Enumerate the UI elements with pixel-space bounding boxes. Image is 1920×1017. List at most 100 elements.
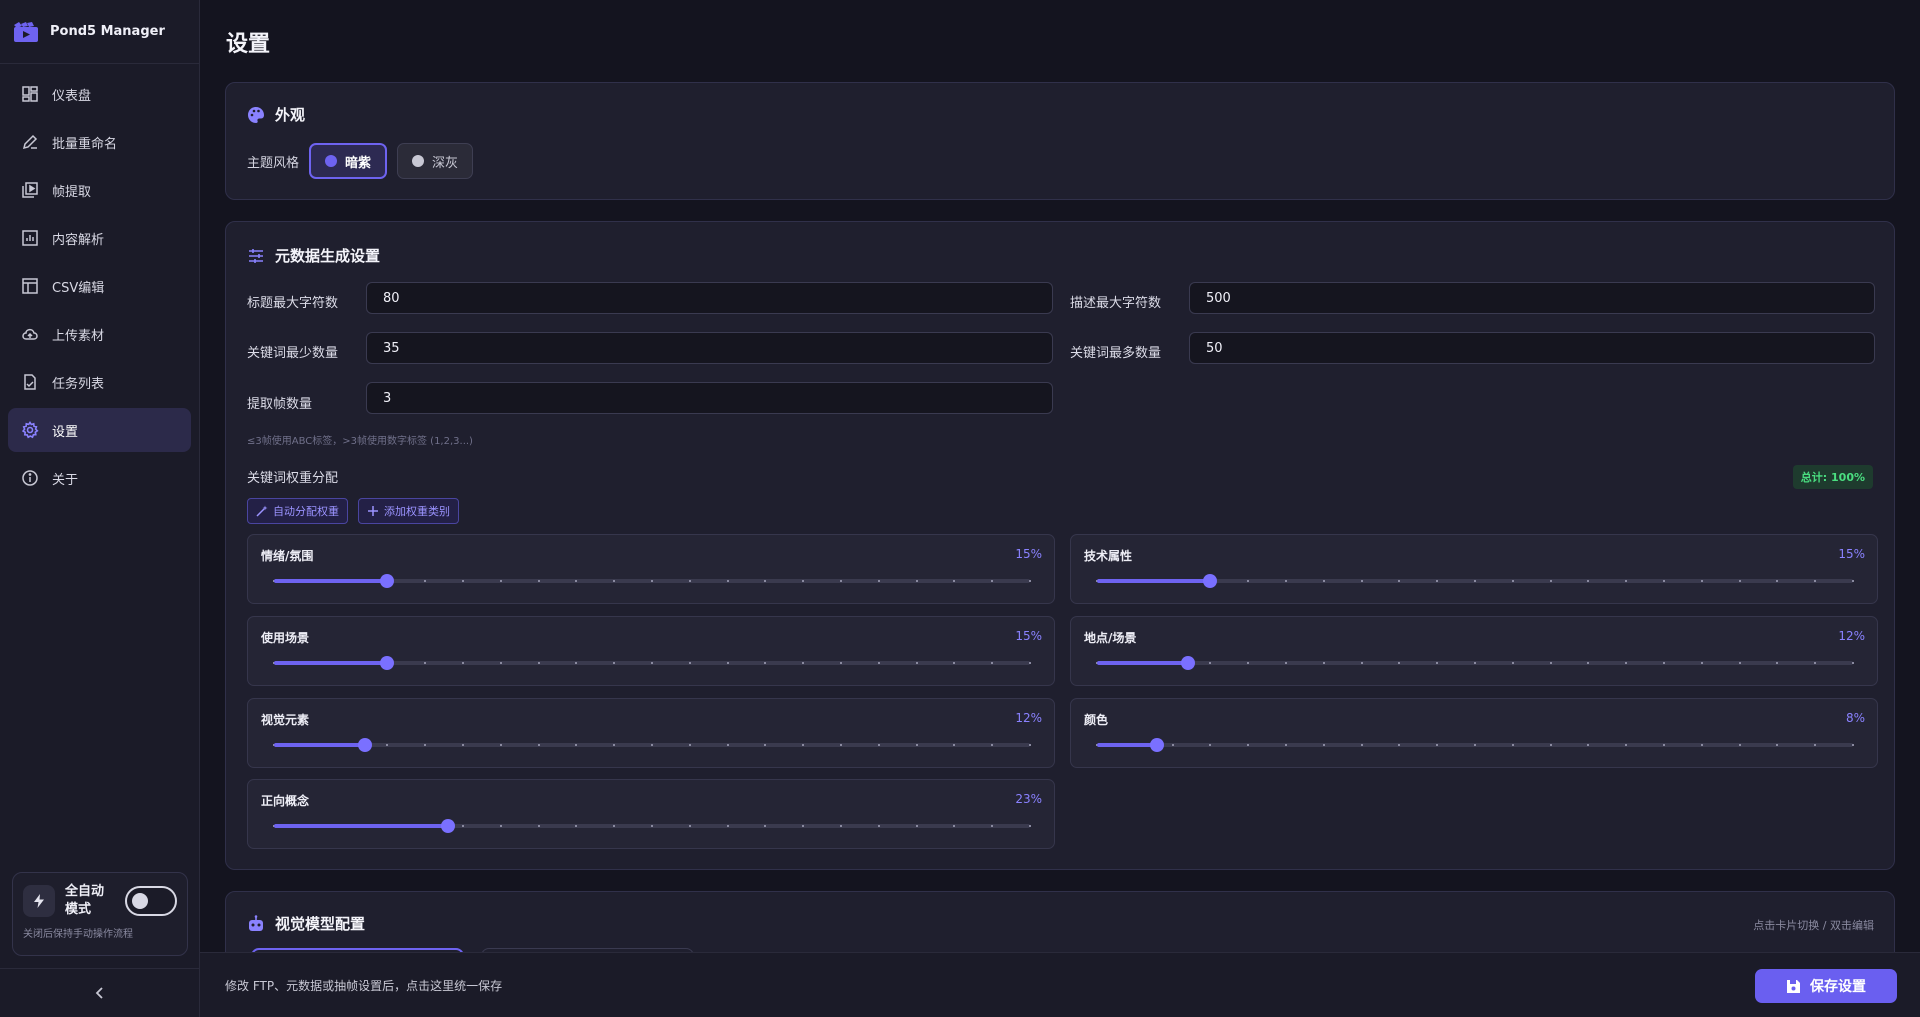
- metadata-title: 元数据生成设置: [275, 247, 381, 265]
- weight-percent: 15%: [1015, 547, 1042, 561]
- weight-name: 情绪/氛围: [261, 549, 314, 563]
- slider-tick: [1247, 744, 1250, 746]
- slider-tick: [764, 825, 767, 827]
- slider-tick: [802, 744, 805, 746]
- slider-tick: [499, 662, 502, 664]
- frames-input[interactable]: [366, 382, 1053, 414]
- page-title: 设置: [226, 32, 271, 57]
- weight-slider[interactable]: [273, 574, 1031, 588]
- slider-tick: [953, 825, 956, 827]
- add-category-button[interactable]: 添加权重类别: [358, 498, 459, 524]
- sidebar-item-csv-edit[interactable]: CSV编辑: [8, 264, 191, 308]
- frames-label: 提取帧数量: [247, 397, 313, 412]
- slider-thumb[interactable]: [440, 819, 455, 833]
- slider-tick: [688, 744, 691, 746]
- keyword-max-input[interactable]: [1189, 332, 1875, 364]
- slider-tick: [953, 580, 956, 582]
- weight-slider[interactable]: [1096, 738, 1854, 752]
- slider-tick: [1852, 580, 1854, 582]
- slider-thumb[interactable]: [1180, 656, 1195, 670]
- slider-tick: [499, 825, 502, 827]
- sidebar-item-settings[interactable]: 设置: [8, 408, 191, 452]
- keyword-weights-label: 关键词权重分配: [247, 471, 339, 486]
- sidebar-item-batch-rename[interactable]: 批量重命名: [8, 120, 191, 164]
- sidebar-item-task-list[interactable]: 任务列表: [8, 360, 191, 404]
- keyword-min-label: 关键词最少数量: [247, 346, 339, 361]
- weight-slider[interactable]: [1096, 574, 1854, 588]
- auto-mode-label: 全自动模式: [65, 884, 105, 917]
- clapperboard-logo-icon: [14, 21, 38, 42]
- sidebar-item-label: 任务列表: [52, 376, 105, 392]
- weight-slider[interactable]: [273, 819, 1031, 833]
- theme-option-label: 暗紫: [345, 155, 372, 171]
- vision-model-card: 视觉模型配置 点击卡片切换 / 双击编辑: [225, 891, 1895, 952]
- chevron-left-icon: [95, 987, 103, 999]
- desc-max-input[interactable]: [1189, 282, 1875, 314]
- auto-weight-button[interactable]: 自动分配权重: [247, 498, 348, 524]
- weight-slider[interactable]: [273, 738, 1031, 752]
- weight-slider[interactable]: [1096, 656, 1854, 670]
- slider-tick: [1852, 662, 1854, 664]
- slider-tick: [537, 744, 540, 746]
- edit-icon: [20, 132, 40, 152]
- keyword-min-input[interactable]: [366, 332, 1053, 364]
- theme-option-dark-purple[interactable]: 暗紫: [309, 143, 388, 179]
- slider-tick: [1663, 744, 1665, 746]
- sidebar-item-label: 内容解析: [52, 232, 105, 248]
- slider-tick: [840, 825, 842, 827]
- slider-tick: [1663, 662, 1665, 664]
- metadata-card: 元数据生成设置 标题最大字符数 描述最大字符数 关键词最少数量 关键词最多数量 …: [225, 221, 1895, 870]
- brand[interactable]: Pond5 Manager: [0, 0, 199, 64]
- toggle-knob: [132, 893, 148, 909]
- sidebar-item-upload[interactable]: 上传素材: [8, 312, 191, 356]
- sidebar-item-content-analysis[interactable]: 内容解析: [8, 216, 191, 260]
- title-max-input[interactable]: [366, 282, 1053, 314]
- main-content: 设置 外观 主题风格 暗紫 深灰 元数据生成设置 标题最大字符数 描述最大字符数: [200, 0, 1920, 952]
- slider-thumb[interactable]: [357, 738, 372, 752]
- sidebar-item-about[interactable]: 关于: [8, 456, 191, 500]
- slider-thumb[interactable]: [380, 574, 395, 588]
- sidebar-nav: 仪表盘 批量重命名 帧提取 内容解析 CSV编辑 上传素材 任务列表 设置 关于: [0, 64, 199, 512]
- auto-mode-toggle[interactable]: [125, 886, 177, 916]
- save-settings-label: 保存设置: [1810, 979, 1866, 995]
- slider-tick: [1738, 662, 1741, 664]
- slider-tick: [651, 580, 653, 582]
- slider-thumb[interactable]: [380, 656, 395, 670]
- slider-tick: [764, 662, 767, 664]
- slider-tick: [1474, 580, 1476, 582]
- slider-tick: [499, 744, 502, 746]
- slider-tick: [802, 825, 805, 827]
- slider-tick: [953, 744, 956, 746]
- slider-tick: [386, 744, 389, 746]
- weight-card: 情绪/氛围 15%: [247, 534, 1055, 604]
- slider-tick: [1209, 662, 1212, 664]
- sliders-icon: [249, 248, 263, 263]
- slider-tick: [1398, 662, 1401, 664]
- weight-slider[interactable]: [273, 656, 1031, 670]
- sidebar-item-label: 帧提取: [52, 184, 92, 200]
- cloud-upload-icon: [20, 324, 40, 344]
- slider-tick: [462, 744, 464, 746]
- collapse-sidebar-button[interactable]: [0, 968, 200, 1017]
- slider-tick: [840, 744, 842, 746]
- sidebar-item-dashboard[interactable]: 仪表盘: [8, 72, 191, 116]
- slider-tick: [877, 744, 880, 746]
- slider-thumb[interactable]: [1150, 738, 1165, 752]
- save-settings-button[interactable]: 保存设置: [1755, 969, 1897, 1003]
- slider-tick: [1511, 744, 1514, 746]
- slider-fill: [1097, 743, 1158, 747]
- slider-fill: [274, 824, 448, 828]
- slider-thumb[interactable]: [1203, 574, 1218, 588]
- slider-tick: [764, 580, 767, 582]
- slider-tick: [537, 580, 540, 582]
- weight-percent: 15%: [1838, 547, 1865, 561]
- appearance-card: 外观 主题风格 暗紫 深灰: [225, 82, 1895, 200]
- theme-option-dark-gray[interactable]: 深灰: [397, 143, 474, 179]
- sidebar: Pond5 Manager 仪表盘 批量重命名 帧提取 内容解析 CSV编辑 上…: [0, 0, 200, 1017]
- sidebar-item-frame-extract[interactable]: 帧提取: [8, 168, 191, 212]
- slider-tick: [1029, 825, 1031, 827]
- slider-tick: [1285, 744, 1287, 746]
- save-icon: [1787, 979, 1800, 993]
- frames-icon: [20, 180, 40, 200]
- weight-name: 使用场景: [261, 631, 310, 645]
